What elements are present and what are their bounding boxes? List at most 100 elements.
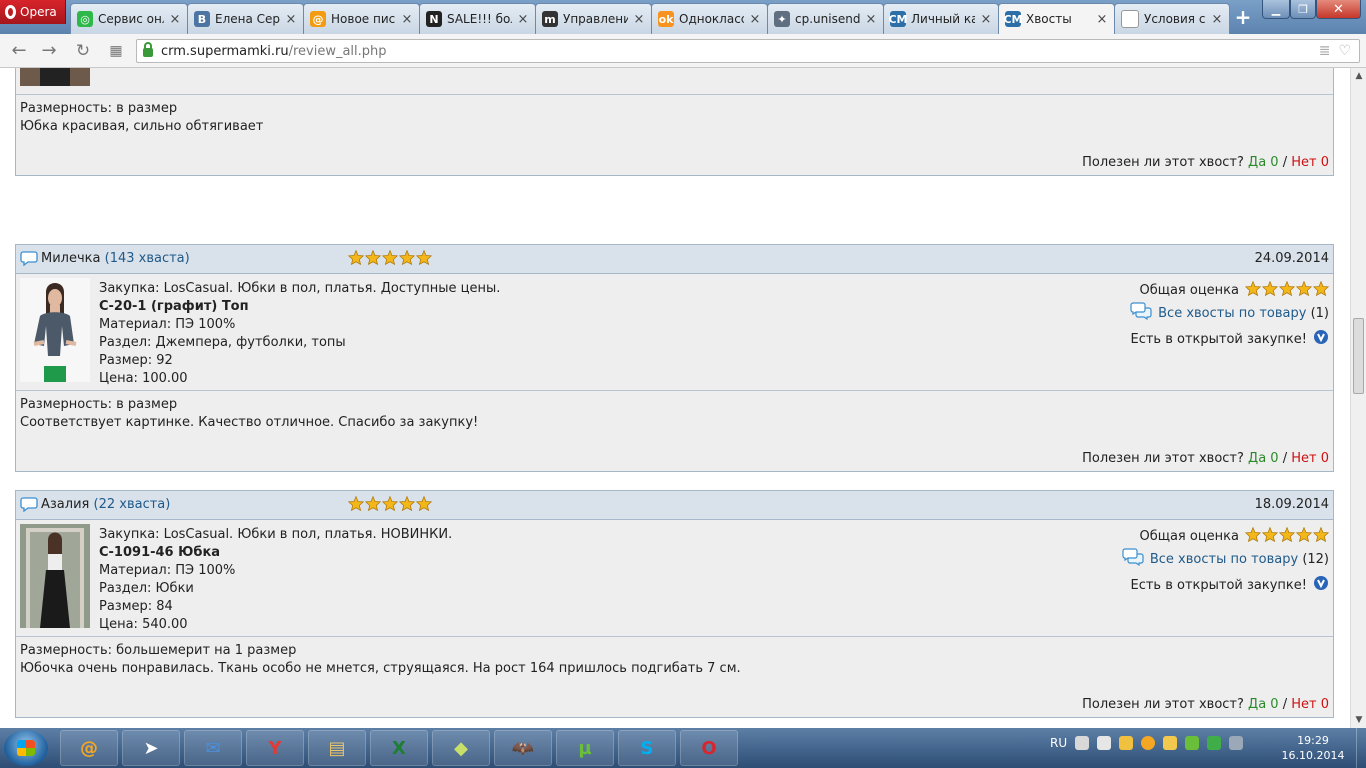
browser-tab[interactable]: @ Новое письмо × [303,3,420,34]
tray-mail-agent-icon[interactable] [1141,736,1156,750]
new-tab-button[interactable]: + [1233,7,1253,27]
vertical-scrollbar[interactable]: ▲ ▼ [1350,68,1366,728]
close-tab-icon[interactable]: × [865,12,877,27]
cursor-app-icon[interactable]: ➤ [122,730,180,766]
close-tab-icon[interactable]: × [1096,12,1108,27]
back-button[interactable]: ← [8,40,30,62]
vote-yes-link[interactable]: Да 0 [1248,697,1279,712]
overall-rating-stars [1244,526,1330,546]
vote-yes-link[interactable]: Да 0 [1248,155,1279,170]
author-reviews-link[interactable]: (22 хваста) [94,497,171,512]
skype-icon[interactable]: S [618,730,676,766]
mail-agent-icon[interactable]: @ [60,730,118,766]
browser-tab[interactable]: В Елена Сергеевна × [187,3,304,34]
reload-button[interactable]: ↻ [72,40,94,62]
scroll-down-arrow-icon[interactable]: ▼ [1351,712,1366,728]
maximize-button[interactable]: ❐ [1290,0,1316,19]
browser-tab[interactable]: ✦ cp.unisender × [767,3,884,34]
start-button[interactable] [4,730,48,766]
all-tails-link[interactable]: Все хвосты по товару [1150,552,1298,567]
author-name[interactable]: Милечка [41,251,100,266]
tray-check-icon[interactable] [1207,736,1222,750]
url-path: /review_all.php [288,43,387,59]
author-reviews-link[interactable]: (143 хваста) [105,251,190,266]
browser-tab[interactable]: CMЛичный кабинет × [883,3,999,34]
review-product: Закупка: LosCasual. Юбки в пол, платья. … [16,274,1333,391]
tray-phone-icon[interactable] [1075,736,1090,750]
review-date: 18.09.2014 [1254,497,1329,512]
scroll-up-arrow-icon[interactable]: ▲ [1351,68,1366,84]
helpful-question: Полезен ли этот хвост? [1082,697,1244,712]
minimize-button[interactable]: ▁ [1262,0,1290,19]
vote-no-link[interactable]: Нет 0 [1291,155,1329,170]
bookmark-heart-icon[interactable]: ♡ [1338,43,1351,59]
opera-menu-button[interactable]: Opera [0,0,66,24]
open-purchase-text: Есть в открытой закупке! [1130,577,1307,593]
tray-pencil-icon[interactable] [1119,736,1134,750]
tab-title: Личный кабинет [911,12,975,26]
go-to-purchase-icon[interactable] [1313,575,1329,595]
address-input[interactable]: crm.supermamki.ru/review_all.php ≣ ♡ [136,39,1360,63]
star-icon [364,495,382,515]
close-tab-icon[interactable]: × [517,12,529,27]
browser-tab[interactable]: ◎ Сервис онлайн × [70,3,188,34]
browser-tab[interactable]: CM Хвосты × [998,3,1115,34]
vote-separator: / [1282,155,1288,170]
language-indicator[interactable]: RU [1050,736,1067,750]
product-name: С-20-1 (графит) Топ [99,299,249,314]
close-tab-icon[interactable]: × [285,12,297,27]
open-purchase-row: Есть в открытой закупке! [1122,572,1329,598]
star-icon [1278,280,1296,300]
tray-utorrent-icon[interactable] [1185,736,1200,750]
browser-tab[interactable]: Условия сотрудничества × [1114,3,1230,34]
author-name[interactable]: Азалия [41,497,89,512]
close-window-button[interactable]: ✕ [1316,0,1361,19]
reader-view-icon[interactable]: ≣ [1319,43,1331,59]
forward-button[interactable]: → [38,40,60,62]
tray-network-icon[interactable] [1229,736,1244,750]
size-fit-note: Размерность: большемерит на 1 размер [20,643,297,658]
star-icon [381,249,399,269]
browser-tab[interactable]: N SALE!!! болеро × [419,3,536,34]
close-tab-icon[interactable]: × [169,12,181,27]
close-tab-icon[interactable]: × [633,12,645,27]
review-author: Азалия (22 хваста) [41,497,170,512]
excel-icon[interactable]: X [370,730,428,766]
close-tab-icon[interactable]: × [980,12,992,27]
go-to-purchase-icon[interactable] [1313,329,1329,349]
file-explorer-icon[interactable]: ▤ [308,730,366,766]
url-host: crm.supermamki.ru [161,43,289,59]
batman-app-icon[interactable]: 🦇 [494,730,552,766]
volume-icon[interactable] [1097,736,1112,750]
browser-tab[interactable]: m Управление × [535,3,652,34]
speed-dial-grid-icon[interactable]: ▦ [105,40,127,62]
email-client-icon[interactable]: ✉ [184,730,242,766]
browser-tab[interactable]: ok Одноклассники × [651,3,768,34]
review-rating [347,495,433,515]
vote-no-link[interactable]: Нет 0 [1291,697,1329,712]
yandex-browser-icon[interactable]: Y [246,730,304,766]
utorrent-icon[interactable]: µ [556,730,614,766]
close-tab-icon[interactable]: × [1211,12,1223,27]
all-tails-link[interactable]: Все хвосты по товару [1158,306,1306,321]
vote-yes-link[interactable]: Да 0 [1248,451,1279,466]
product-photo[interactable] [20,278,90,382]
review-comment: Юбка красивая, сильно обтягивает [20,119,264,134]
product-photo[interactable] [20,524,90,628]
product-info: Закупка: LosCasual. Юбки в пол, платья. … [99,526,452,634]
notes-icon[interactable]: ◆ [432,730,490,766]
close-tab-icon[interactable]: × [749,12,761,27]
scrollbar-thumb[interactable] [1353,318,1364,394]
taskbar-clock[interactable]: 19:29 16.10.2014 [1278,733,1348,763]
opera-icon[interactable]: O [680,730,738,766]
close-tab-icon[interactable]: × [401,12,413,27]
tray-batman-icon[interactable] [1163,736,1178,750]
review-header: Милечка (143 хваста) 24.09.2014 [16,245,1333,274]
system-tray: RU [1050,736,1244,750]
product-photo[interactable] [20,68,90,86]
mail-ru-icon: @ [310,11,326,27]
show-desktop-button[interactable] [1356,728,1366,768]
star-icon [1295,526,1313,546]
comment-bubble-icon [20,496,38,516]
vote-no-link[interactable]: Нет 0 [1291,451,1329,466]
